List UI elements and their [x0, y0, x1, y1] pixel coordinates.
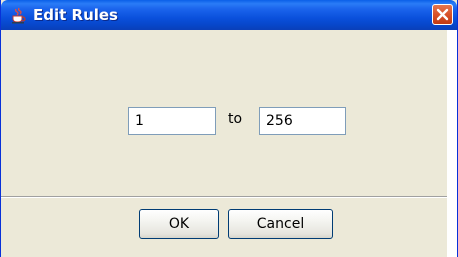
close-x-icon	[436, 8, 449, 21]
close-button[interactable]	[432, 4, 453, 25]
title-bar[interactable]: Edit Rules	[1, 0, 457, 30]
java-cup-icon	[9, 6, 27, 24]
button-bar-divider	[1, 196, 457, 198]
range-separator-label: to	[228, 111, 243, 127]
window-edge	[447, 30, 457, 257]
edit-rules-dialog: Edit Rules to OK Cancel	[0, 0, 458, 257]
button-bar: OK Cancel	[1, 196, 457, 257]
dialog-content: to	[1, 30, 457, 196]
window-title: Edit Rules	[33, 6, 118, 24]
range-row: to	[128, 107, 358, 135]
range-to-input[interactable]	[259, 107, 346, 135]
cancel-button[interactable]: Cancel	[228, 209, 333, 239]
ok-button[interactable]: OK	[139, 209, 219, 239]
range-from-input[interactable]	[128, 107, 216, 135]
